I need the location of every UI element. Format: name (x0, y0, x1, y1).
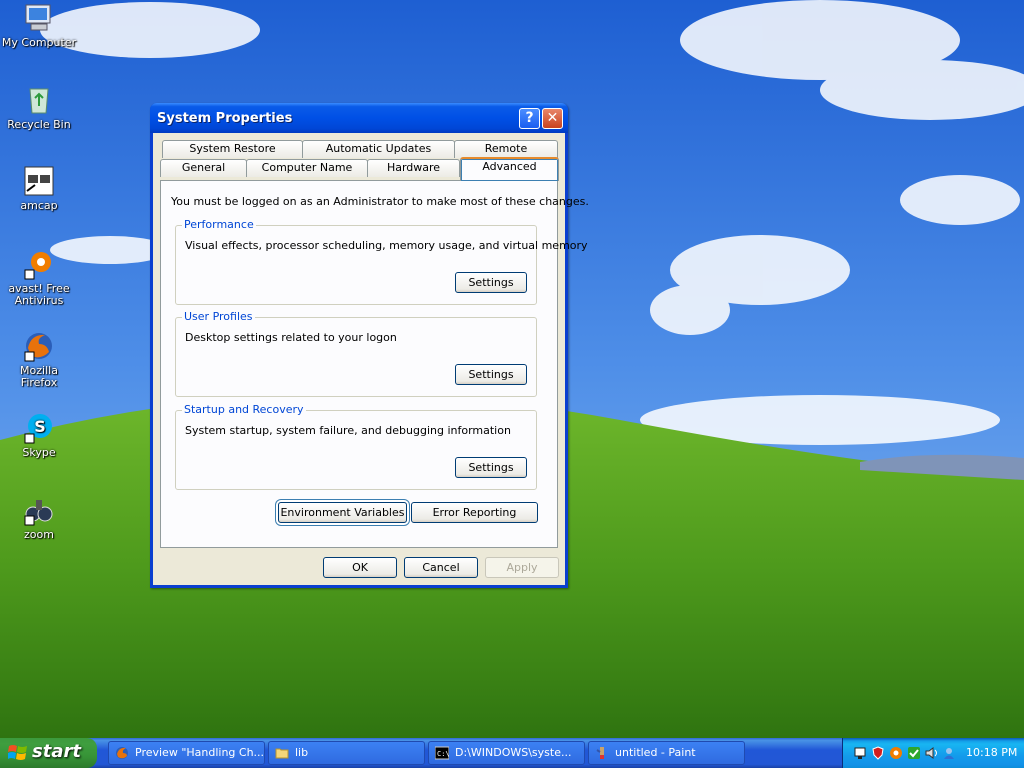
group-title: Startup and Recovery (182, 403, 306, 416)
environment-variables-button[interactable]: Environment Variables (278, 502, 407, 523)
tab-label: Advanced (482, 160, 537, 173)
ok-button[interactable]: OK (323, 557, 397, 578)
desktop-icon-avast[interactable]: avast! Free Antivirus (1, 248, 77, 307)
taskbar-item-cmd[interactable]: C:\ D:\WINDOWS\syste... (428, 741, 585, 765)
start-label: start (32, 741, 81, 762)
tray-network-icon[interactable] (853, 746, 867, 760)
tab-label: Automatic Updates (325, 142, 432, 155)
taskbar-item-label: D:\WINDOWS\syste... (455, 746, 572, 759)
help-button[interactable]: ? (519, 108, 540, 129)
zoom-icon (24, 500, 53, 526)
desktop-icon-label: amcap (20, 199, 58, 212)
admin-note: You must be logged on as an Administrato… (171, 195, 589, 208)
startup-recovery-group: Startup and Recovery System startup, sys… (175, 403, 537, 490)
taskbar-item-label: lib (295, 746, 309, 759)
tab-computer-name[interactable]: Computer Name (246, 159, 368, 177)
tray-user-icon[interactable] (943, 746, 957, 760)
error-reporting-button[interactable]: Error Reporting (411, 502, 538, 523)
start-button[interactable]: start (0, 738, 97, 768)
apply-button[interactable]: Apply (485, 557, 559, 578)
group-description: Visual effects, processor scheduling, me… (185, 239, 588, 252)
system-properties-window: System Properties ? ✕ System Restore Aut… (150, 103, 589, 588)
desktop-icon-label: Skype (22, 446, 56, 459)
firefox-icon (116, 747, 128, 759)
tab-remote[interactable]: Remote (454, 140, 558, 158)
svg-text:S: S (34, 417, 46, 436)
my-computer-icon (25, 4, 51, 31)
desktop-icon-label: Recycle Bin (7, 118, 71, 131)
tray-safely-remove-icon[interactable] (907, 746, 921, 760)
tab-label: Computer Name (261, 161, 353, 174)
desktop-icon-label: zoom (24, 528, 54, 541)
avast-icon (24, 252, 51, 280)
tray-security-shield-icon[interactable] (871, 746, 885, 760)
desktop-icon-label: avast! Free Antivirus (8, 282, 70, 307)
performance-group: Performance Visual effects, processor sc… (175, 218, 588, 305)
advanced-tab-panel: You must be logged on as an Administrato… (160, 180, 589, 548)
svg-text:C:\: C:\ (437, 750, 449, 758)
tab-advanced[interactable]: Advanced (460, 157, 559, 181)
group-description: System startup, system failure, and debu… (185, 424, 511, 437)
skype-icon: S (24, 414, 52, 444)
paint-icon (596, 747, 604, 759)
cmd-icon: C:\ (435, 746, 449, 760)
cancel-button[interactable]: Cancel (404, 557, 478, 578)
desktop-icon-firefox[interactable]: Mozilla Firefox (1, 330, 77, 389)
help-icon: ? (525, 110, 534, 126)
desktop-icon-label: Mozilla Firefox (20, 364, 58, 389)
startup-recovery-settings-button[interactable]: Settings (455, 457, 527, 478)
user-profiles-settings-button[interactable]: Settings (455, 364, 527, 385)
desktop-icon-amcap[interactable]: amcap (1, 165, 77, 212)
tab-label: Remote (484, 142, 528, 155)
close-button[interactable]: ✕ (542, 108, 563, 129)
taskbar: start Preview "Handling Ch... lib C:\ D:… (0, 738, 1024, 768)
tab-label: System Restore (189, 142, 276, 155)
window-title: System Properties (157, 111, 293, 126)
taskbar-item-label: untitled - Paint (615, 746, 696, 759)
group-description: Desktop settings related to your logon (185, 331, 397, 344)
desktop-icon-recycle-bin[interactable]: Recycle Bin (1, 84, 77, 131)
desktop-icon-my-computer[interactable]: My Computer (1, 2, 77, 49)
user-profiles-group: User Profiles Desktop settings related t… (175, 310, 537, 397)
group-title: User Profiles (182, 310, 255, 323)
title-bar[interactable]: System Properties ? ✕ (150, 103, 568, 133)
tray-volume-icon[interactable] (925, 746, 939, 760)
desktop-icon-skype[interactable]: S Skype (1, 412, 77, 459)
folder-icon (275, 748, 289, 759)
taskbar-item-firefox-preview[interactable]: Preview "Handling Ch... (108, 741, 265, 765)
dialog-client-area: System Restore Automatic Updates Remote … (153, 133, 589, 585)
tab-hardware[interactable]: Hardware (367, 159, 460, 177)
system-tray: 10:18 PM (842, 738, 1024, 768)
taskbar-item-paint[interactable]: untitled - Paint (588, 741, 745, 765)
amcap-icon (24, 166, 54, 196)
close-icon: ✕ (546, 110, 559, 126)
performance-settings-button[interactable]: Settings (455, 272, 527, 293)
tab-label: Hardware (386, 161, 441, 174)
windows-logo-icon (8, 745, 27, 760)
tab-system-restore[interactable]: System Restore (162, 140, 303, 158)
group-title: Performance (182, 218, 256, 231)
taskbar-item-lib-folder[interactable]: lib (268, 741, 425, 765)
desktop-icon-zoom[interactable]: zoom (1, 494, 77, 541)
tab-label: General (181, 161, 226, 174)
desktop-icon-label: My Computer (1, 36, 77, 49)
firefox-icon (24, 333, 52, 362)
recycle-bin-icon (29, 88, 49, 114)
taskbar-item-label: Preview "Handling Ch... (135, 746, 265, 759)
tray-avast-icon[interactable] (889, 746, 903, 760)
tab-general[interactable]: General (160, 159, 247, 177)
clock: 10:18 PM (966, 746, 1018, 759)
tab-automatic-updates[interactable]: Automatic Updates (302, 140, 455, 158)
